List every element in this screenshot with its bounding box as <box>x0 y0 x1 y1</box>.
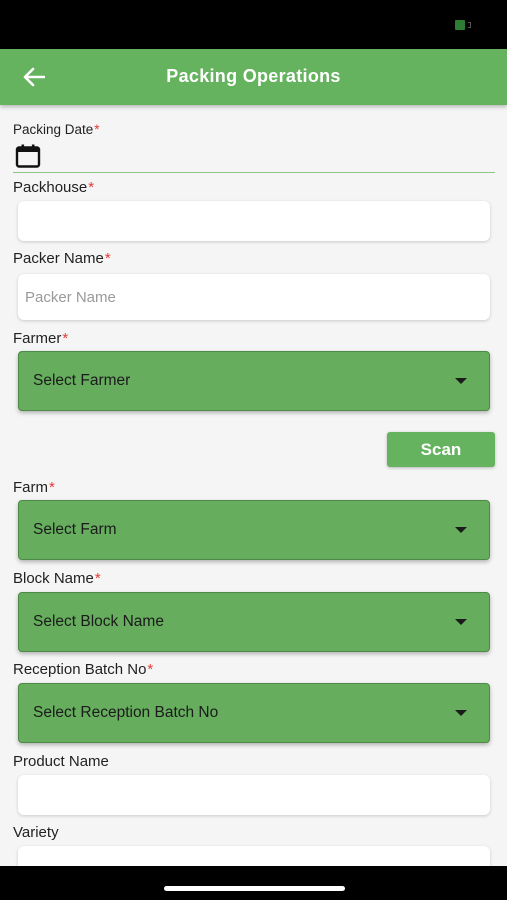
packhouse-label: Packhouse* <box>13 179 95 196</box>
packer-name-label: Packer Name* <box>13 250 111 267</box>
packer-name-input[interactable] <box>18 274 490 320</box>
caret-down-icon <box>455 378 467 384</box>
block-name-label: Block Name* <box>13 570 101 587</box>
farm-dropdown-value: Select Farm <box>33 521 117 538</box>
product-name-input[interactable] <box>18 775 490 815</box>
block-name-dropdown[interactable]: Select Block Name <box>18 592 490 652</box>
app-bar: Packing Operations <box>0 49 507 105</box>
status-bar <box>0 0 507 49</box>
bottom-bar <box>0 866 507 900</box>
farmer-label: Farmer* <box>13 330 69 347</box>
scan-button[interactable]: Scan <box>387 432 495 467</box>
farmer-dropdown[interactable]: Select Farmer <box>18 351 490 411</box>
reception-batch-no-dropdown-value: Select Reception Batch No <box>33 704 219 721</box>
home-indicator[interactable] <box>164 886 345 891</box>
reception-batch-no-label: Reception Batch No* <box>13 661 154 678</box>
variety-label: Variety <box>13 824 59 841</box>
caret-down-icon <box>455 619 467 625</box>
farmer-dropdown-value: Select Farmer <box>33 372 131 389</box>
product-name-label: Product Name <box>13 753 109 770</box>
battery-icon <box>455 20 475 30</box>
packhouse-input[interactable] <box>18 201 490 241</box>
farm-dropdown[interactable]: Select Farm <box>18 500 490 560</box>
packing-date-field[interactable] <box>13 142 495 173</box>
farm-label: Farm* <box>13 479 55 496</box>
packing-date-label: Packing Date* <box>13 122 100 137</box>
caret-down-icon <box>455 710 467 716</box>
caret-down-icon <box>455 527 467 533</box>
block-name-dropdown-value: Select Block Name <box>33 613 164 630</box>
reception-batch-no-dropdown[interactable]: Select Reception Batch No <box>18 683 490 743</box>
page-title: Packing Operations <box>166 66 341 86</box>
calendar-icon[interactable] <box>15 144 41 168</box>
